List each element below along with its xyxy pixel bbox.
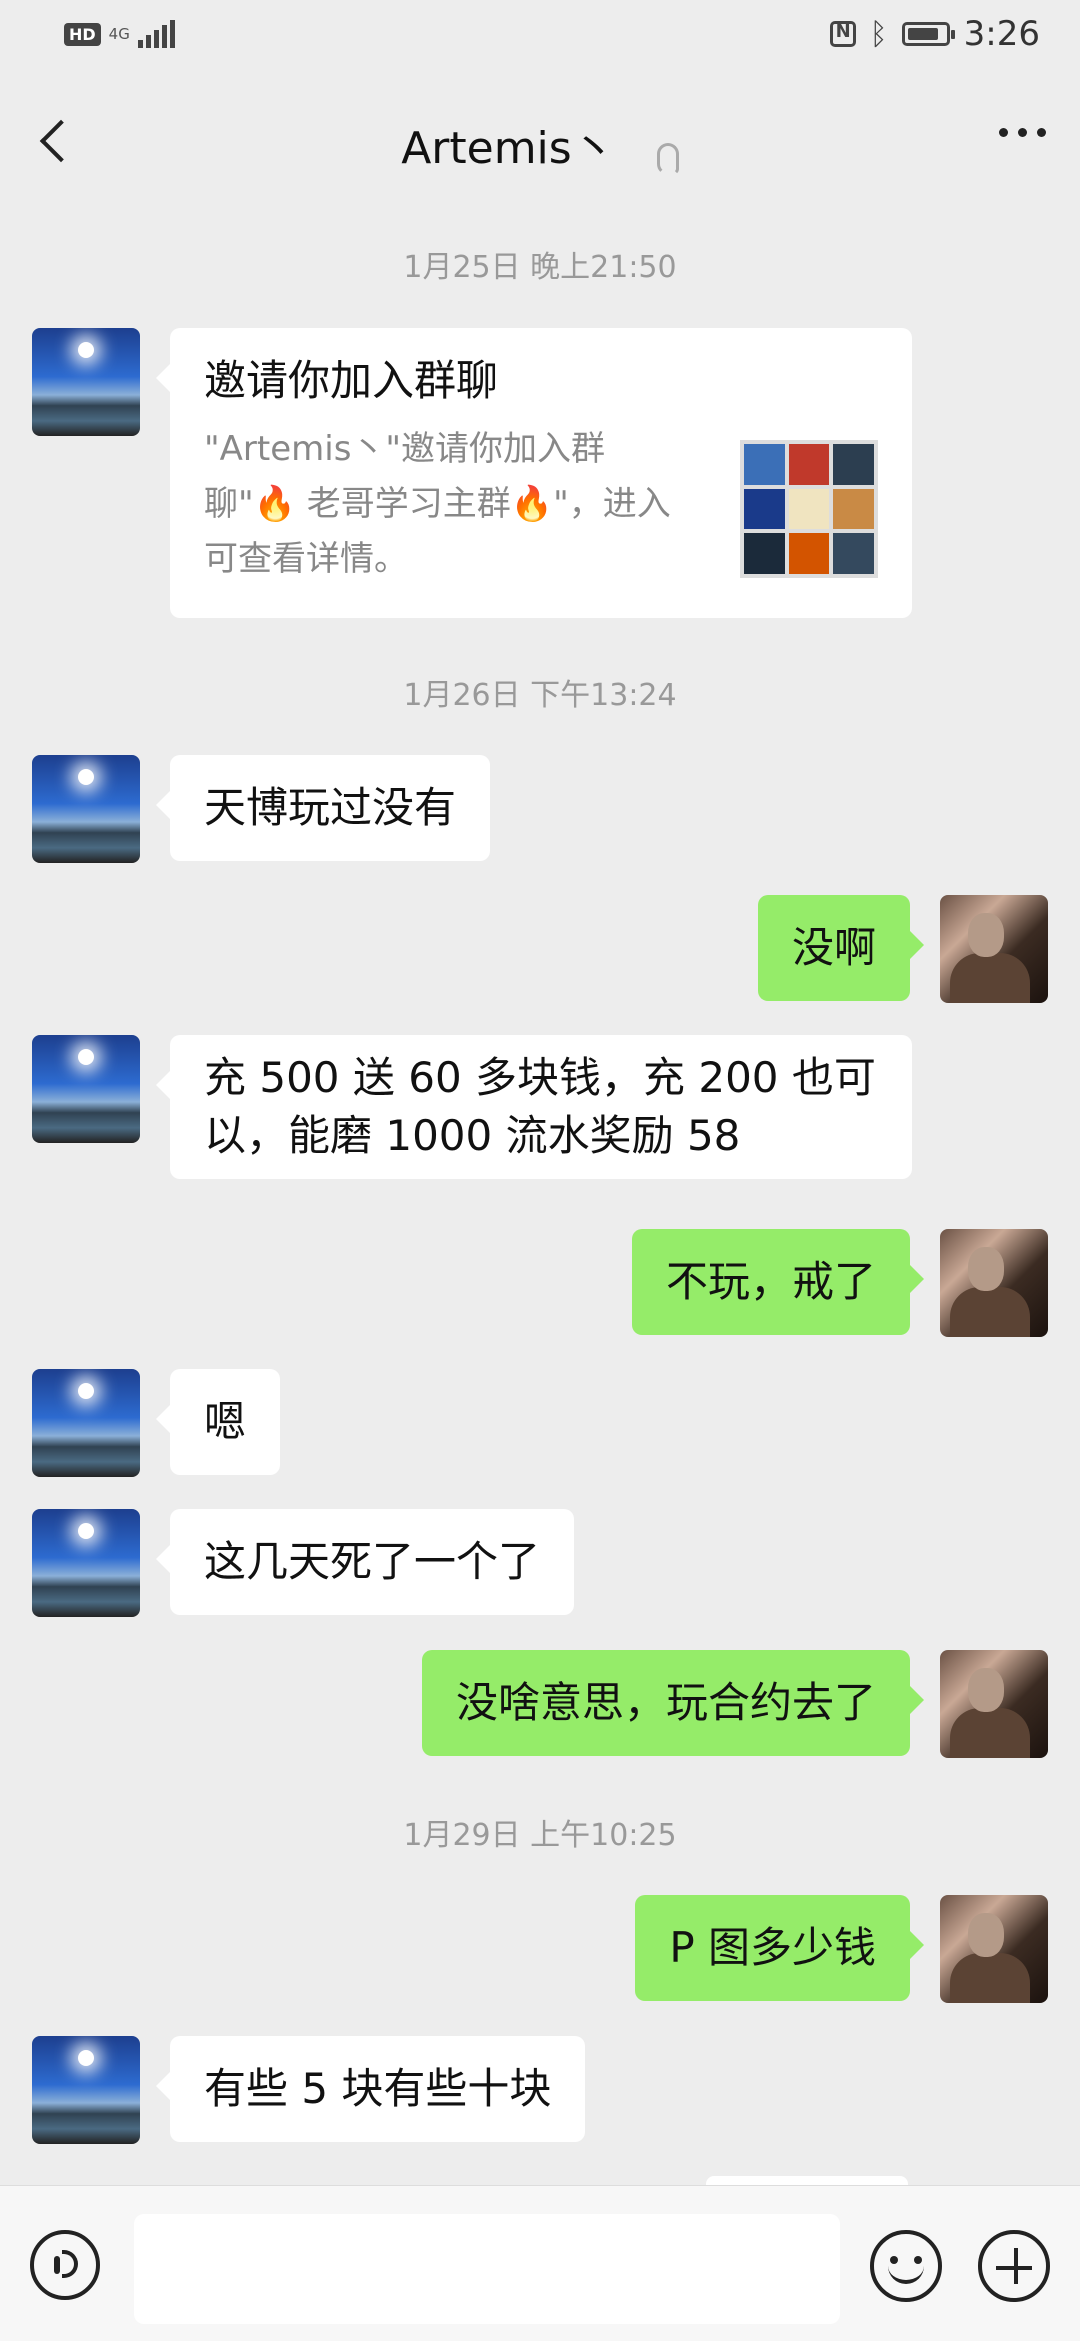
avatar[interactable] bbox=[32, 755, 140, 863]
avatar[interactable] bbox=[32, 328, 140, 436]
group-avatar-grid bbox=[740, 440, 878, 578]
status-bar: HD 4G ᛒ 3:26 bbox=[0, 0, 1080, 76]
emoji-icon[interactable] bbox=[870, 2230, 942, 2302]
message-bubble-outgoing[interactable]: 不玩，戒了 bbox=[631, 1229, 925, 1335]
network-type: 4G bbox=[108, 25, 130, 43]
card-description: "Artemis丶"邀请你加入群聊"🔥 老哥学习主群🔥"，进入可查看详情。 bbox=[204, 429, 671, 579]
hd-badge: HD bbox=[64, 22, 101, 46]
voice-icon[interactable] bbox=[30, 2230, 100, 2300]
battery-fill bbox=[907, 28, 939, 40]
avatar[interactable] bbox=[940, 1229, 1048, 1337]
chat-title: Artemis丶 bbox=[401, 123, 616, 174]
avatar[interactable] bbox=[32, 1509, 140, 1617]
message-bubble-incoming[interactable]: 天博玩过没有 bbox=[155, 755, 491, 861]
more-icon[interactable] bbox=[999, 128, 1046, 137]
message-line: 充 500 送 60 多块钱，充 200 也可 bbox=[204, 1053, 876, 1102]
message-bubble-incoming[interactable]: 有些 5 块有些十块 bbox=[155, 2036, 586, 2142]
group-invite-card[interactable]: 邀请你加入群聊 "Artemis丶"邀请你加入群聊"🔥 老哥学习主群🔥"，进入可… bbox=[156, 328, 912, 618]
timestamp: 1月26日 下午13:24 bbox=[403, 678, 677, 713]
bluetooth-icon: ᛒ bbox=[869, 16, 888, 52]
message-bubble-outgoing[interactable]: 没啊 bbox=[757, 895, 925, 1001]
message-bubble-incoming[interactable]: 这几天死了一个了 bbox=[155, 1509, 575, 1615]
avatar[interactable] bbox=[32, 1035, 140, 1143]
timestamp: 1月29日 上午10:25 bbox=[403, 1818, 677, 1853]
battery-icon bbox=[901, 22, 955, 46]
message-bubble-incoming[interactable]: 充 500 送 60 多块钱，充 200 也可 以，能磨 1000 流水奖励 5… bbox=[156, 1035, 912, 1179]
signal-icon bbox=[137, 20, 175, 48]
avatar[interactable] bbox=[940, 1650, 1048, 1758]
clock: 3:26 bbox=[963, 14, 1040, 54]
avatar[interactable] bbox=[940, 1895, 1048, 2003]
avatar[interactable] bbox=[32, 2036, 140, 2144]
message-input[interactable] bbox=[134, 2214, 840, 2324]
ear-icon bbox=[656, 142, 679, 175]
timestamp: 1月25日 晚上21:50 bbox=[403, 250, 677, 285]
nfc-icon bbox=[829, 21, 856, 47]
input-bar bbox=[0, 2185, 1080, 2341]
message-bubble-outgoing[interactable]: P 图多少钱 bbox=[635, 1895, 924, 2001]
message-bubble-incoming[interactable]: 嗯 bbox=[155, 1369, 281, 1475]
card-title: 邀请你加入群聊 bbox=[204, 356, 499, 405]
status-right: ᛒ 3:26 bbox=[829, 14, 1040, 54]
avatar[interactable] bbox=[32, 1369, 140, 1477]
plus-icon[interactable] bbox=[978, 2230, 1050, 2302]
avatar[interactable] bbox=[940, 895, 1048, 1003]
message-line: 以，能磨 1000 流水奖励 58 bbox=[204, 1111, 741, 1160]
status-left: HD 4G bbox=[64, 20, 175, 48]
chat-header: Artemis丶 bbox=[0, 90, 1080, 190]
message-bubble-outgoing[interactable]: 没啥意思，玩合约去了 bbox=[421, 1650, 925, 1756]
title-wrap: Artemis丶 bbox=[0, 112, 1080, 176]
